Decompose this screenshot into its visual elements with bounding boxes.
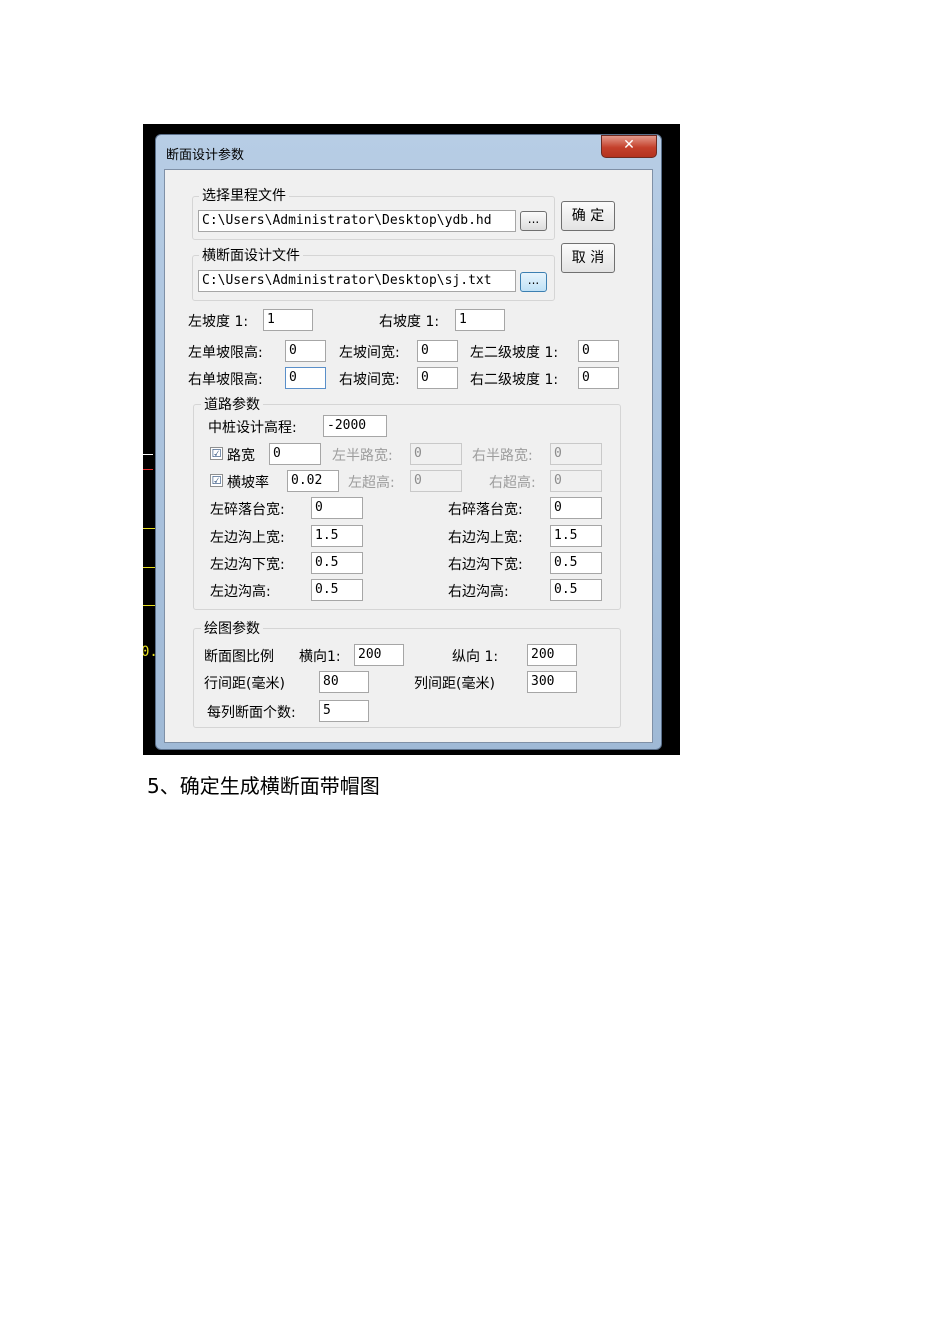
left-ditch-top-input[interactable]: 1.5 [311, 525, 363, 547]
scale-label: 断面图比例 [204, 649, 274, 665]
left-berm-input[interactable]: 0 [311, 497, 363, 519]
left-ditch-height-input[interactable]: 0.5 [311, 579, 363, 601]
cad-line [143, 469, 153, 470]
cross-slope-checkbox[interactable]: ☑ [210, 474, 223, 487]
right-slope-label: 右坡度 1: [379, 314, 440, 330]
dialog-client: 选择里程文件 C:\Users\Administrator\Desktop\yd… [164, 169, 653, 743]
left-single-limit-label: 左单坡限高: [188, 345, 263, 361]
sections-per-column-label: 每列断面个数: [207, 705, 296, 721]
right-half-width-input[interactable]: 0 [550, 443, 602, 465]
right-ditch-top-input[interactable]: 1.5 [550, 525, 602, 547]
right-second-slope-label: 右二级坡度 1: [470, 372, 559, 388]
left-berm-label: 左碎落台宽: [210, 502, 285, 518]
right-ditch-height-label: 右边沟高: [448, 584, 509, 600]
left-half-width-label: 左半路宽: [332, 448, 393, 464]
ok-button[interactable]: 确 定 [561, 201, 615, 231]
row-spacing-label: 行间距(毫米) [204, 676, 285, 692]
dialog-screenshot: 0. 断面设计参数 ✕ 选择里程文件 C:\Users\Administrato… [143, 124, 680, 755]
left-ditch-bottom-label: 左边沟下宽: [210, 557, 285, 573]
cad-line [143, 528, 155, 529]
left-second-slope-label: 左二级坡度 1: [470, 345, 559, 361]
right-berm-label: 右碎落台宽: [448, 502, 523, 518]
left-ditch-top-label: 左边沟上宽: [210, 530, 285, 546]
col-spacing-label: 列间距(毫米) [414, 676, 495, 692]
window-title: 断面设计参数 [166, 148, 245, 163]
right-ditch-height-input[interactable]: 0.5 [550, 579, 602, 601]
cross-slope-label: 横坡率 [227, 475, 269, 491]
sections-per-column-input[interactable]: 5 [319, 700, 369, 722]
right-half-width-label: 右半路宽: [472, 448, 533, 464]
section-file-input[interactable]: C:\Users\Administrator\Desktop\sj.txt [198, 270, 516, 292]
right-second-slope-input[interactable]: 0 [578, 367, 619, 389]
check-icon: ☑ [211, 447, 222, 460]
vertical-scale-label: 纵向 1: [452, 649, 499, 665]
left-ditch-height-label: 左边沟高: [210, 584, 271, 600]
right-ditch-bottom-input[interactable]: 0.5 [550, 552, 602, 574]
road-width-checkbox[interactable]: ☑ [210, 447, 223, 460]
left-ditch-bottom-input[interactable]: 0.5 [311, 552, 363, 574]
right-superelevation-label: 右超高: [489, 475, 536, 491]
row-spacing-input[interactable]: 80 [319, 671, 369, 693]
close-icon: ✕ [623, 137, 635, 153]
left-second-slope-input[interactable]: 0 [578, 340, 619, 362]
right-single-limit-label: 右单坡限高: [188, 372, 263, 388]
right-ditch-top-label: 右边沟上宽: [448, 530, 523, 546]
right-berm-input[interactable]: 0 [550, 497, 602, 519]
left-interval-width-label: 左坡间宽: [339, 345, 400, 361]
left-interval-width-input[interactable]: 0 [417, 340, 458, 362]
right-ditch-bottom-label: 右边沟下宽: [448, 557, 523, 573]
road-width-input[interactable]: 0 [269, 443, 321, 465]
dialog-window: 断面设计参数 ✕ 选择里程文件 C:\Users\Administrator\D… [155, 134, 662, 750]
cad-line [143, 454, 153, 455]
cross-slope-input[interactable]: 0.02 [287, 470, 339, 492]
check-icon: ☑ [211, 474, 222, 487]
left-slope-label: 左坡度 1: [188, 314, 249, 330]
right-single-limit-input[interactable]: 0 [285, 367, 326, 389]
right-superelevation-input[interactable]: 0 [550, 470, 602, 492]
horizontal-scale-label: 横向1: [299, 649, 341, 665]
center-elevation-label: 中桩设计高程: [208, 420, 297, 436]
left-superelevation-input[interactable]: 0 [410, 470, 462, 492]
right-interval-width-label: 右坡间宽: [339, 372, 400, 388]
road-params-legend: 道路参数 [201, 394, 263, 414]
road-width-label: 路宽 [227, 448, 255, 464]
left-slope-input[interactable]: 1 [263, 309, 313, 331]
horizontal-scale-input[interactable]: 200 [354, 644, 404, 666]
mileage-file-input[interactable]: C:\Users\Administrator\Desktop\ydb.hd [198, 210, 516, 232]
section-browse-button[interactable]: ... [520, 272, 547, 292]
section-file-legend: 横断面设计文件 [199, 245, 303, 265]
title-bar[interactable]: 断面设计参数 ✕ [156, 135, 661, 167]
left-single-limit-input[interactable]: 0 [285, 340, 326, 362]
cancel-button[interactable]: 取 消 [561, 243, 615, 273]
right-slope-input[interactable]: 1 [455, 309, 505, 331]
mileage-browse-button[interactable]: ... [520, 211, 547, 231]
cad-line [143, 567, 155, 568]
close-button[interactable]: ✕ [601, 135, 657, 158]
left-half-width-input[interactable]: 0 [410, 443, 462, 465]
step-caption: 5、确定生成横断面带帽图 [147, 774, 380, 798]
left-superelevation-label: 左超高: [348, 475, 395, 491]
right-interval-width-input[interactable]: 0 [417, 367, 458, 389]
cad-line [143, 605, 155, 606]
vertical-scale-input[interactable]: 200 [527, 644, 577, 666]
mileage-file-legend: 选择里程文件 [199, 185, 289, 205]
col-spacing-input[interactable]: 300 [527, 671, 577, 693]
drawing-params-legend: 绘图参数 [201, 618, 263, 638]
center-elevation-input[interactable]: -2000 [323, 415, 387, 437]
